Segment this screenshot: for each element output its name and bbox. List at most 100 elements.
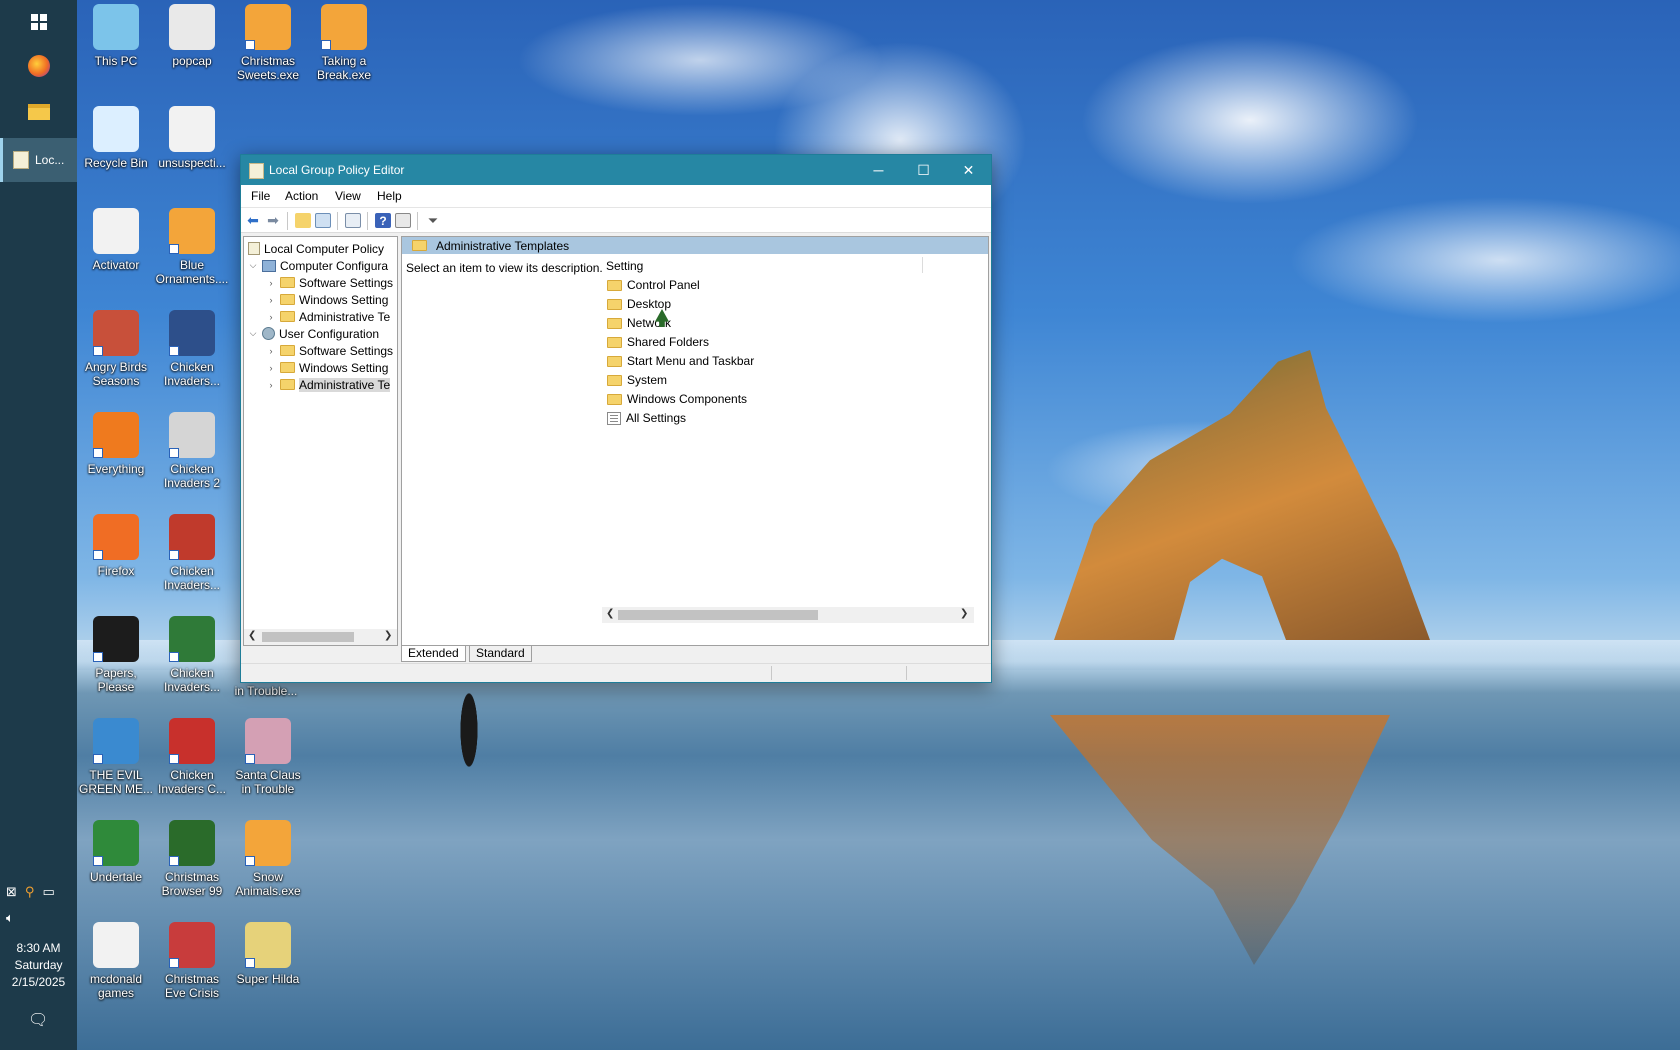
desktop-icon[interactable]: Recycle Bin	[78, 106, 154, 170]
desktop-icon[interactable]: Chicken Invaders 2	[154, 412, 230, 490]
desktop-icon[interactable]: This PC	[78, 4, 154, 68]
chevron-down-icon[interactable]: ⌵	[248, 260, 258, 271]
everything-search-icon	[93, 412, 139, 458]
chevron-right-icon[interactable]: ›	[266, 363, 276, 373]
desktop-icon[interactable]: Chicken Invaders C...	[154, 718, 230, 796]
chevron-right-icon[interactable]: ›	[266, 380, 276, 390]
tree-item-computer-configuration[interactable]: ⌵ Computer Configura	[248, 257, 388, 274]
file-explorer-icon	[27, 104, 50, 120]
desktop-icon-label: THE EVIL GREEN ME...	[78, 768, 153, 796]
desktop-icon[interactable]: Christmas Browser 99	[154, 820, 230, 898]
tree-item-user-administrative-templates[interactable]: › Administrative Te	[266, 376, 391, 393]
column-header-setting[interactable]: Setting	[606, 259, 643, 273]
tree-item-user-software-settings[interactable]: › Software Settings	[266, 342, 394, 359]
tree-item-local-computer-policy[interactable]: Local Computer Policy	[248, 240, 384, 257]
chevron-down-icon[interactable]: ⌵	[248, 328, 258, 339]
start-button[interactable]	[0, 0, 77, 44]
tree-item-user-windows-settings[interactable]: › Windows Setting	[266, 359, 389, 376]
scroll-left-icon[interactable]: ❮	[606, 608, 614, 619]
scrollbar-thumb[interactable]	[262, 632, 354, 642]
desktop-icon[interactable]: unsuspecti...	[154, 106, 230, 170]
desktop-icon[interactable]: Chicken Invaders...	[154, 310, 230, 388]
tree-horizontal-scrollbar[interactable]: ❮ ❯	[244, 629, 397, 645]
desktop-icon-label: Activator	[92, 258, 140, 272]
desktop-icon[interactable]: Undertale	[78, 820, 154, 884]
desktop-icon[interactable]: Christmas Sweets.exe	[230, 4, 306, 82]
menu-help[interactable]: Help	[377, 189, 402, 203]
popcap-flower-icon	[245, 820, 291, 866]
chevron-right-icon[interactable]: ›	[266, 312, 276, 322]
tab-standard[interactable]: Standard	[469, 646, 532, 662]
desktop-icon[interactable]: Chicken Invaders...	[154, 616, 230, 694]
clock[interactable]: 8:30 AM Saturday 2/15/2025	[0, 940, 77, 991]
up-folder-icon[interactable]	[295, 213, 311, 228]
forward-icon[interactable]: ➡	[265, 212, 281, 228]
list-item[interactable]: Control Panel	[607, 276, 700, 294]
list-horizontal-scrollbar[interactable]: ❮ ❯	[602, 607, 974, 623]
maximize-button[interactable]: ☐	[901, 155, 946, 185]
desktop-icon[interactable]: Santa Claus in Trouble	[230, 718, 306, 796]
menu-view[interactable]: View	[335, 189, 361, 203]
chevron-right-icon[interactable]: ›	[266, 346, 276, 356]
scroll-right-icon[interactable]: ❯	[960, 608, 968, 619]
close-button[interactable]: ✕	[946, 155, 991, 185]
taskbar-group-policy-editor[interactable]: Loc...	[0, 138, 77, 182]
properties-icon[interactable]	[395, 213, 411, 228]
tree-item-label: Software Settings	[299, 275, 394, 290]
desktop-icon[interactable]: Blue Ornaments....	[154, 208, 230, 286]
security-icon[interactable]: ⊠	[6, 884, 17, 900]
desktop-icon[interactable]: in Trouble...	[228, 684, 304, 698]
show-hide-tree-icon[interactable]	[315, 213, 331, 228]
desktop-icon[interactable]: Firefox	[78, 514, 154, 578]
back-icon[interactable]: ⬅	[245, 212, 261, 228]
tab-extended[interactable]: Extended	[401, 646, 466, 662]
folder-icon	[280, 362, 295, 373]
list-item[interactable]: All Settings	[607, 409, 686, 427]
tree-item-label: User Configuration	[279, 326, 380, 341]
chevron-right-icon[interactable]: ›	[266, 278, 276, 288]
taskbar-firefox[interactable]	[0, 44, 77, 88]
search-tray-icon[interactable]: ⚲	[25, 884, 35, 900]
list-item[interactable]: Start Menu and Taskbar	[607, 352, 754, 370]
firefox-icon	[93, 514, 139, 560]
desktop-icon[interactable]: Activator	[78, 208, 154, 272]
desktop-icon[interactable]: Papers, Please	[78, 616, 154, 694]
desktop-icon[interactable]: Snow Animals.exe	[230, 820, 306, 898]
filter-icon[interactable]: ⏷	[425, 213, 441, 228]
desktop-icon[interactable]: Angry Birds Seasons	[78, 310, 154, 388]
scrollbar-thumb[interactable]	[618, 610, 818, 620]
tree-item-windows-settings[interactable]: › Windows Setting	[266, 291, 389, 308]
chevron-right-icon[interactable]: ›	[266, 295, 276, 305]
list-item[interactable]: Windows Components	[607, 390, 747, 408]
export-list-icon[interactable]	[345, 213, 361, 228]
desktop-icon[interactable]: Taking a Break.exe	[306, 4, 382, 82]
chicken-invaders-icon	[169, 718, 215, 764]
desktop-icon[interactable]: Christmas Eve Crisis	[154, 922, 230, 1000]
taskbar-file-explorer[interactable]	[0, 90, 77, 134]
menu-file[interactable]: File	[251, 189, 270, 203]
notification-icon[interactable]: 🗨︎	[28, 1010, 48, 1029]
tree-item-software-settings[interactable]: › Software Settings	[266, 274, 394, 291]
menu-action[interactable]: Action	[285, 189, 318, 203]
tree-item-user-configuration[interactable]: ⌵ User Configuration	[248, 325, 379, 342]
desktop-icon[interactable]: Chicken Invaders...	[154, 514, 230, 592]
minimize-button[interactable]: ─	[856, 155, 901, 185]
title-bar[interactable]: Local Group Policy Editor ─ ☐ ✕	[241, 155, 991, 185]
list-item[interactable]: Shared Folders	[607, 333, 709, 351]
volume-icon[interactable]: 🔈︎	[6, 910, 14, 926]
help-icon[interactable]: ?	[375, 213, 391, 228]
scroll-left-icon[interactable]: ❮	[248, 630, 256, 641]
folder-icon	[607, 317, 622, 329]
desktop-icon[interactable]: Everything	[78, 412, 154, 476]
scroll-right-icon[interactable]: ❯	[384, 630, 392, 641]
tree-item-administrative-templates[interactable]: › Administrative Te	[266, 308, 391, 325]
desktop-icon[interactable]: THE EVIL GREEN ME...	[78, 718, 154, 796]
desktop-icon[interactable]: popcap	[154, 4, 230, 68]
tree-item-label: Administrative Te	[299, 377, 391, 392]
network-icon[interactable]: ▭	[42, 884, 54, 900]
desktop-icon[interactable]: mcdonald games	[78, 922, 154, 1000]
desktop-icon[interactable]: Super Hilda	[230, 922, 306, 986]
list-item[interactable]: System	[607, 371, 667, 389]
description-text: Select an item to view its description.	[406, 261, 603, 275]
desktop-icon-label: Super Hilda	[236, 972, 300, 986]
